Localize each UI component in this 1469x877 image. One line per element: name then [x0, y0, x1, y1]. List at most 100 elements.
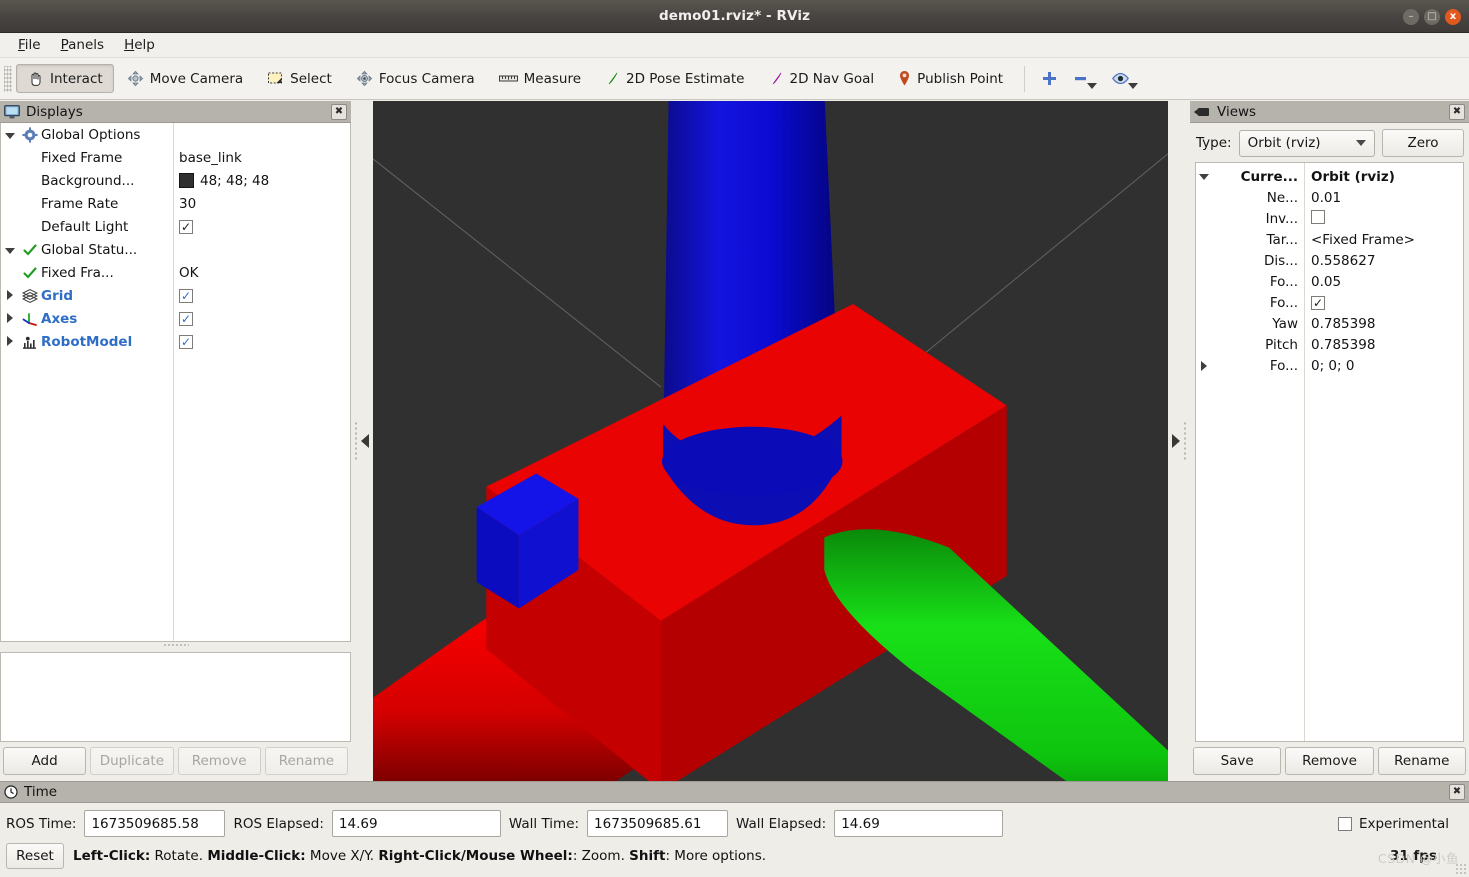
views-row-value[interactable]: 0.785398	[1304, 316, 1463, 332]
views-row-value[interactable]: Orbit (rviz)	[1304, 169, 1463, 185]
row-checkbox[interactable]	[1311, 209, 1325, 224]
tool-2d-pose-estimate[interactable]: 2D Pose Estimate	[594, 65, 755, 93]
displays-row-value[interactable]	[172, 219, 350, 234]
row-checkbox[interactable]	[179, 219, 193, 234]
views-row[interactable]: Yaw 0.785398	[1196, 313, 1463, 334]
zoom-in-icon[interactable]	[1035, 66, 1064, 91]
expander-expand-icon[interactable]	[1196, 360, 1212, 371]
views-row-value[interactable]	[1304, 209, 1463, 228]
displays-row-value[interactable]: OK	[172, 265, 350, 281]
time-close-icon[interactable]: ✖	[1449, 784, 1465, 800]
views-row[interactable]: Dis... 0.558627	[1196, 250, 1463, 271]
views-row[interactable]: Inv...	[1196, 208, 1463, 229]
wall-time-input[interactable]: 1673509685.61	[587, 810, 729, 837]
menu-file[interactable]: File	[8, 35, 51, 55]
views-row[interactable]: Fo... 0; 0; 0	[1196, 355, 1463, 376]
displays-row[interactable]: Fixed Fra... OK	[1, 261, 350, 284]
expander-collapse-icon[interactable]	[1196, 173, 1212, 180]
expander-expand-icon[interactable]	[1, 334, 19, 350]
views-row[interactable]: Ne... 0.01	[1196, 187, 1463, 208]
displays-row-value[interactable]	[172, 288, 350, 303]
chevron-down-icon[interactable]	[1087, 82, 1098, 89]
displays-row[interactable]: RobotModel	[1, 330, 350, 353]
views-close-icon[interactable]: ✖	[1449, 103, 1465, 120]
displays-row-value[interactable]: 48; 48; 48	[172, 173, 350, 189]
displays-row-value[interactable]: base_link	[172, 150, 350, 166]
tool-select[interactable]: Select	[256, 65, 343, 93]
displays-tree[interactable]: Global Options Fixed Frame base_link Backgr…	[0, 123, 351, 642]
collapse-left-arrow-icon[interactable]	[361, 434, 369, 448]
displays-row[interactable]: Fixed Frame base_link	[1, 146, 350, 169]
tool-2d-nav-goal[interactable]: 2D Nav Goal	[758, 65, 886, 93]
expander-expand-icon[interactable]	[1, 311, 19, 327]
views-row[interactable]: Fo... 0.05	[1196, 271, 1463, 292]
expander-expand-icon[interactable]	[1, 288, 19, 304]
views-row[interactable]: Curre... Orbit (rviz)	[1196, 166, 1463, 187]
displays-row-value[interactable]: 30	[172, 196, 350, 212]
ros-time-input[interactable]: 1673509685.58	[84, 810, 226, 837]
add-display-button[interactable]: Add	[3, 747, 87, 775]
views-row-value[interactable]: <Fixed Frame>	[1304, 232, 1463, 248]
menu-help[interactable]: Help	[114, 35, 165, 55]
window-resize-grip[interactable]	[1455, 863, 1467, 875]
tool-move-camera[interactable]: Move Camera	[116, 64, 254, 93]
save-view-button[interactable]: Save	[1193, 747, 1282, 775]
displays-row-value[interactable]	[172, 311, 350, 326]
views-row-value[interactable]	[1304, 295, 1463, 311]
displays-row[interactable]: Axes	[1, 307, 350, 330]
views-row-value[interactable]: 0; 0; 0	[1304, 358, 1463, 374]
rename-view-button[interactable]: Rename	[1377, 747, 1466, 775]
rename-display-button[interactable]: Rename	[264, 747, 348, 775]
row-checkbox[interactable]	[179, 334, 193, 349]
ros-elapsed-input[interactable]: 14.69	[331, 810, 501, 837]
experimental-toggle[interactable]: Experimental	[1337, 816, 1463, 832]
displays-row[interactable]: Frame Rate 30	[1, 192, 350, 215]
views-row[interactable]: Fo...	[1196, 292, 1463, 313]
right-splitter[interactable]	[1168, 101, 1190, 781]
menu-panels[interactable]: Panels	[51, 35, 114, 55]
tool-interact[interactable]: Interact	[16, 64, 114, 93]
views-property-tree[interactable]: Curre... Orbit (rviz) Ne... 0.01 Inv... Tar..…	[1195, 162, 1464, 742]
wall-elapsed-input[interactable]: 14.69	[834, 810, 1004, 837]
toolbar-drag-handle[interactable]	[4, 65, 12, 92]
views-row[interactable]: Pitch 0.785398	[1196, 334, 1463, 355]
expander-collapse-icon[interactable]	[1, 127, 19, 143]
chevron-down-icon[interactable]	[1128, 82, 1139, 89]
views-row-value[interactable]: 0.785398	[1304, 337, 1463, 353]
views-row-value[interactable]: 0.05	[1304, 274, 1463, 290]
displays-close-icon[interactable]: ✖	[331, 103, 347, 120]
row-checkbox[interactable]	[179, 311, 193, 326]
reset-button[interactable]: Reset	[6, 843, 64, 869]
render-viewport-3d[interactable]	[373, 101, 1168, 781]
eye-visibility-button[interactable]	[1105, 65, 1144, 93]
remove-display-button[interactable]: Remove	[177, 747, 261, 775]
displays-row[interactable]: Grid	[1, 284, 350, 307]
displays-row[interactable]: Global Options	[1, 123, 350, 146]
maximize-button[interactable]: □	[1424, 8, 1440, 25]
zoom-out-button[interactable]	[1066, 65, 1103, 93]
tool-measure[interactable]: Measure	[488, 65, 592, 93]
displays-row[interactable]: Default Light	[1, 215, 350, 238]
displays-row[interactable]: Global Statu...	[1, 238, 350, 261]
tool-focus-camera[interactable]: Focus Camera	[345, 64, 486, 93]
close-button[interactable]: x	[1445, 8, 1461, 25]
remove-view-button[interactable]: Remove	[1285, 747, 1374, 775]
displays-row-label: Global Options	[41, 126, 141, 143]
views-row[interactable]: Tar... <Fixed Frame>	[1196, 229, 1463, 250]
expander-collapse-icon[interactable]	[1, 242, 19, 258]
zero-button[interactable]: Zero	[1382, 129, 1464, 157]
displays-row[interactable]: Background... 48; 48; 48	[1, 169, 350, 192]
tool-publish-point[interactable]: Publish Point	[887, 64, 1014, 93]
experimental-checkbox[interactable]	[1337, 816, 1352, 831]
view-type-select[interactable]: Orbit (rviz)	[1238, 129, 1375, 157]
row-checkbox[interactable]	[179, 288, 193, 303]
row-checkbox[interactable]	[1311, 295, 1325, 310]
left-splitter[interactable]	[351, 101, 373, 781]
displays-row-value[interactable]	[172, 334, 350, 349]
views-row-value[interactable]: 0.558627	[1304, 253, 1463, 269]
views-row-value[interactable]: 0.01	[1304, 190, 1463, 206]
minimize-button[interactable]: –	[1403, 8, 1419, 25]
duplicate-display-button[interactable]: Duplicate	[90, 747, 174, 775]
collapse-right-arrow-icon[interactable]	[1172, 434, 1180, 448]
displays-splitter[interactable]	[0, 642, 351, 648]
